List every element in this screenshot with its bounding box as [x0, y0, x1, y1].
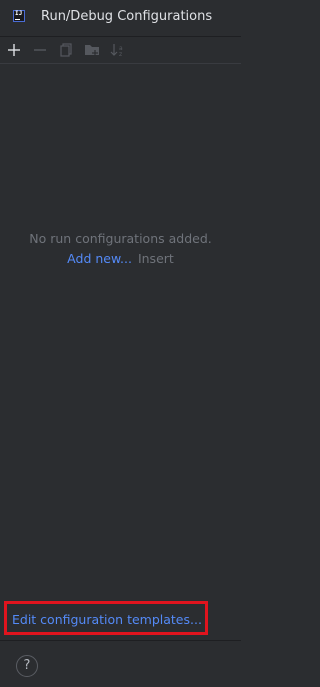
dialog-title: Run/Debug Configurations: [41, 9, 213, 24]
sort-alphabetically-icon: a z: [110, 44, 123, 58]
run-debug-configurations-dialog: IJ Run/Debug Configurations a z No run c…: [0, 0, 241, 687]
remove-configuration-button[interactable]: [30, 40, 50, 60]
dialog-footer: ?: [0, 640, 241, 687]
new-folder-icon: [85, 45, 99, 56]
empty-state-message: No run configurations added.: [29, 231, 212, 246]
copy-configuration-button[interactable]: [56, 40, 76, 60]
empty-state-actions: Add new... Insert: [0, 251, 241, 266]
svg-text:z: z: [119, 51, 122, 58]
sort-configurations-button[interactable]: a z: [108, 40, 128, 60]
edit-configuration-templates-link[interactable]: Edit configuration templates...: [12, 612, 202, 627]
copy-icon: [60, 43, 72, 57]
add-new-link[interactable]: Add new...: [67, 251, 132, 266]
title-bar: IJ Run/Debug Configurations: [0, 0, 241, 37]
minus-icon: [34, 49, 46, 51]
configurations-list-area: No run configurations added. Add new... …: [0, 64, 241, 596]
templates-bar: Edit configuration templates...: [0, 597, 241, 639]
add-configuration-button[interactable]: [4, 40, 24, 60]
configurations-toolbar: a z: [0, 37, 241, 64]
add-new-shortcut-hint: Insert: [137, 251, 174, 266]
plus-icon: [8, 44, 20, 56]
intellij-app-icon: IJ: [13, 10, 25, 22]
move-into-folder-button[interactable]: [82, 40, 102, 60]
app-icon-text: IJ: [15, 10, 23, 17]
help-button[interactable]: ?: [16, 655, 38, 677]
